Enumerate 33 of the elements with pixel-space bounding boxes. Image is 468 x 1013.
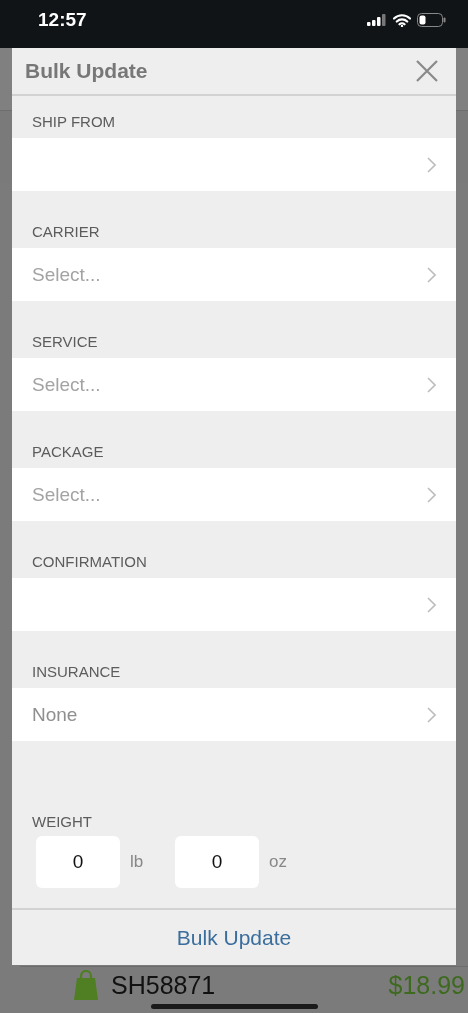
dialog-title: Bulk Update — [25, 59, 148, 83]
unit-label: lb — [129, 852, 145, 872]
picker-row[interactable] — [12, 138, 456, 191]
unit-label: oz — [268, 852, 288, 872]
picker-row[interactable]: Select... — [12, 358, 456, 411]
weight-field[interactable]: 0 — [36, 836, 120, 888]
picker-row[interactable]: None — [12, 688, 456, 741]
section-label: SHIP FROM — [32, 113, 116, 130]
chevron-icon — [427, 486, 436, 503]
section-label: CONFIRMATION — [32, 553, 147, 570]
shopping-bag-icon — [73, 970, 99, 1000]
status-time: 12:57 — [38, 9, 87, 31]
close-icon[interactable] — [416, 60, 438, 82]
bulk-update-button[interactable]: Bulk Update — [166, 919, 302, 956]
section-label: PACKAGE — [32, 443, 104, 460]
picker-row[interactable]: Select... — [12, 468, 456, 521]
chevron-icon — [427, 596, 436, 613]
section-label: CARRIER — [32, 223, 100, 240]
wifi-icon — [393, 13, 411, 27]
battery-icon — [417, 13, 446, 27]
order-amount: $18.99 — [388, 970, 465, 1000]
order-number: SH58871 — [111, 970, 216, 1000]
section-label: WEIGHT — [32, 813, 92, 830]
picker-row[interactable] — [12, 578, 456, 631]
chevron-icon — [427, 156, 436, 173]
chevron-icon — [427, 376, 436, 393]
chevron-icon — [427, 266, 436, 283]
weight-field[interactable]: 0 — [175, 836, 259, 888]
signal-icon — [367, 14, 387, 26]
section-label: SERVICE — [32, 333, 98, 350]
section-label: INSURANCE — [32, 663, 121, 680]
chevron-icon — [427, 706, 436, 723]
picker-row[interactable]: Select... — [12, 248, 456, 301]
